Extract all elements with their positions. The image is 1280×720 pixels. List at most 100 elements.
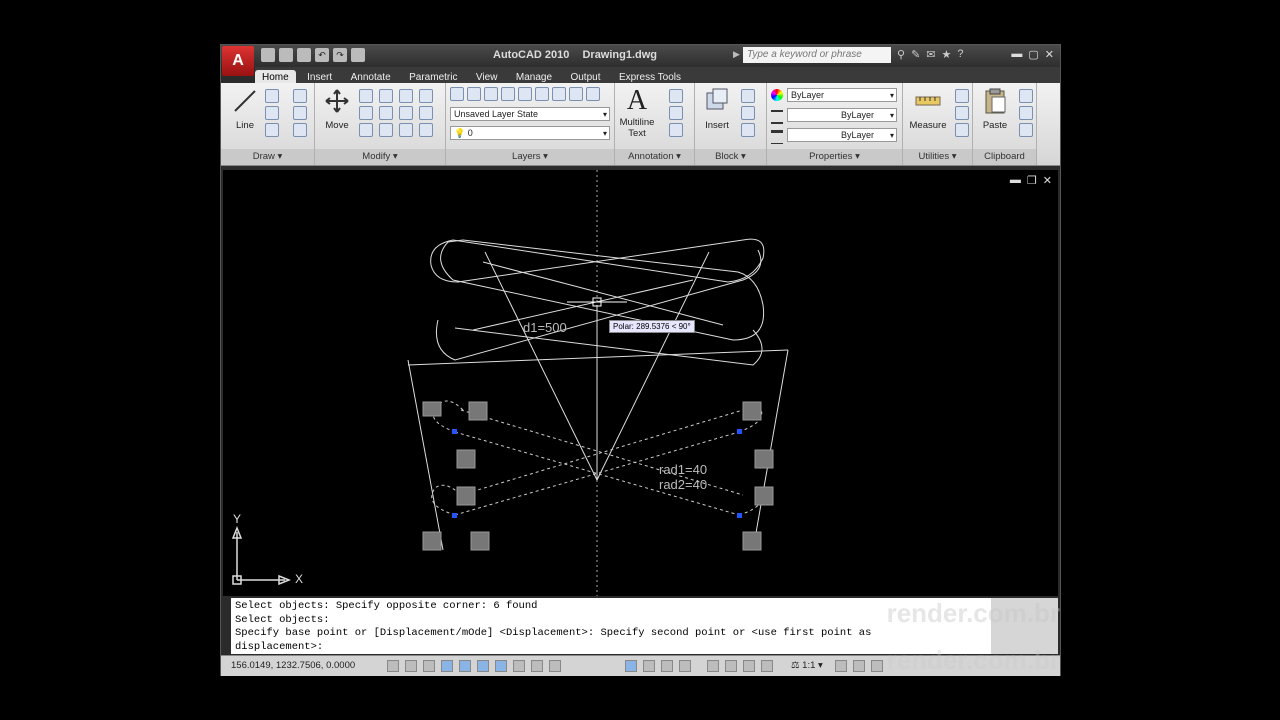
dimension-rad1[interactable]: rad1=40 (659, 462, 707, 477)
layer-icon-4[interactable] (501, 87, 515, 101)
layer-icon-8[interactable] (569, 87, 583, 101)
layers-panel-label[interactable]: Layers ▾ (446, 149, 614, 165)
rotate-icon[interactable] (379, 89, 393, 103)
save-icon[interactable] (297, 48, 311, 62)
help-icon[interactable]: ? (957, 48, 963, 61)
create-block-icon[interactable] (741, 89, 755, 103)
measure-button[interactable]: Measure (905, 87, 951, 131)
fillet-icon[interactable] (379, 106, 393, 120)
autoscale-button[interactable] (853, 660, 865, 672)
edit-attributes-icon[interactable] (741, 123, 755, 137)
annotation-visibility-button[interactable] (835, 660, 847, 672)
leader-icon[interactable] (669, 106, 683, 120)
quick-select-icon[interactable] (955, 89, 969, 103)
polar-button[interactable] (441, 660, 453, 672)
quickview-button[interactable] (679, 660, 691, 672)
search-input[interactable]: Type a keyword or phrase (743, 47, 891, 63)
scale-icon[interactable] (359, 123, 373, 137)
lineweight-dropdown[interactable]: ByLayer (787, 128, 897, 142)
block-panel-label[interactable]: Block ▾ (695, 149, 766, 165)
linetype-icon[interactable] (771, 110, 783, 124)
trim-icon[interactable] (399, 89, 413, 103)
layer-properties-icon[interactable] (450, 87, 464, 101)
cut-icon[interactable] (1019, 89, 1033, 103)
qp-button[interactable] (549, 660, 561, 672)
open-icon[interactable] (279, 48, 293, 62)
multiline-text-button[interactable]: A Multiline Text (617, 87, 657, 140)
redo-icon[interactable]: ↷ (333, 48, 347, 62)
annotation-panel-label[interactable]: Annotation ▾ (615, 149, 694, 165)
snap-button[interactable] (387, 660, 399, 672)
explode-icon[interactable] (419, 106, 433, 120)
tools-icon[interactable]: ✎ (911, 48, 920, 61)
layer-icon-9[interactable] (586, 87, 600, 101)
close-icon[interactable]: ✕ (1045, 48, 1054, 61)
undo-icon[interactable]: ↶ (315, 48, 329, 62)
dimension-rad2[interactable]: rad2=40 (659, 477, 707, 492)
clipboard-panel-label[interactable]: Clipboard (973, 149, 1036, 165)
dimension-d1[interactable]: d1=500 (523, 320, 567, 335)
favorites-icon[interactable]: ★ (942, 48, 952, 61)
command-line[interactable]: Select objects: Specify opposite corner:… (231, 598, 991, 654)
layer-icon-7[interactable] (552, 87, 566, 101)
utilities-panel-label[interactable]: Utilities ▾ (903, 149, 972, 165)
dyn-button[interactable] (513, 660, 525, 672)
layer-icon-2[interactable] (467, 87, 481, 101)
modify-panel-label[interactable]: Modify ▾ (315, 149, 445, 165)
copy-icon[interactable] (359, 89, 373, 103)
communication-icon[interactable]: ✉ (926, 48, 935, 61)
maximize-icon[interactable]: ▢ (1028, 48, 1038, 61)
lwt-button[interactable] (531, 660, 543, 672)
layer-icon-5[interactable] (518, 87, 532, 101)
array-icon[interactable] (379, 123, 393, 137)
annotation-scale[interactable]: ⚖ 1:1 ▾ (791, 660, 823, 671)
draw-panel-label[interactable]: Draw ▾ (221, 149, 314, 165)
application-menu-button[interactable]: A (222, 46, 254, 76)
drawing-area[interactable]: ▬ ❐ ✕ Y X d1=500 rad1=40 rad2=40 Polar: … (223, 170, 1058, 596)
ortho-button[interactable] (423, 660, 435, 672)
layer-state-dropdown[interactable]: Unsaved Layer State (450, 107, 610, 121)
showmotion-button[interactable] (761, 660, 773, 672)
workspace-button[interactable] (871, 660, 883, 672)
properties-panel-label[interactable]: Properties ▾ (767, 149, 902, 165)
ellipse-icon[interactable] (265, 123, 279, 137)
otrack-button[interactable] (477, 660, 489, 672)
model-button[interactable] (625, 660, 637, 672)
linetype-dropdown[interactable]: ByLayer (787, 108, 897, 122)
hatch-icon[interactable] (293, 123, 307, 137)
color-dropdown[interactable]: ByLayer (787, 88, 897, 102)
print-icon[interactable] (351, 48, 365, 62)
minimize-icon[interactable]: ▬ (1011, 48, 1022, 61)
insert-block-button[interactable]: Insert (697, 87, 737, 131)
erase-icon[interactable] (419, 89, 433, 103)
pan-button[interactable] (707, 660, 719, 672)
layer-icon-6[interactable] (535, 87, 549, 101)
offset-icon[interactable] (399, 123, 413, 137)
search-expand-icon[interactable]: ▶ (733, 49, 740, 60)
table-icon[interactable] (669, 123, 683, 137)
osnap-button[interactable] (459, 660, 471, 672)
color-wheel-icon[interactable] (771, 89, 783, 101)
ducs-button[interactable] (495, 660, 507, 672)
calculator-icon[interactable] (955, 123, 969, 137)
copy-clip-icon[interactable] (1019, 106, 1033, 120)
edit-block-icon[interactable] (741, 106, 755, 120)
line-button[interactable]: Line (225, 87, 265, 131)
match-properties-icon[interactable] (1019, 123, 1033, 137)
dimension-icon[interactable] (669, 89, 683, 103)
paste-button[interactable]: Paste (975, 87, 1015, 131)
new-icon[interactable] (261, 48, 275, 62)
rectangle-icon[interactable] (293, 106, 307, 120)
arc-icon[interactable] (293, 89, 307, 103)
steeringwheel-button[interactable] (743, 660, 755, 672)
layer-dropdown[interactable]: 💡 0 (450, 126, 610, 140)
layout2-button[interactable] (661, 660, 673, 672)
mirror-icon[interactable] (359, 106, 373, 120)
lineweight-icon[interactable] (771, 130, 783, 144)
select-all-icon[interactable] (955, 106, 969, 120)
layer-icon-3[interactable] (484, 87, 498, 101)
binoculars-icon[interactable]: ⚲ (897, 48, 905, 61)
layout1-button[interactable] (643, 660, 655, 672)
circle-icon[interactable] (265, 106, 279, 120)
chamfer-icon[interactable] (419, 123, 433, 137)
